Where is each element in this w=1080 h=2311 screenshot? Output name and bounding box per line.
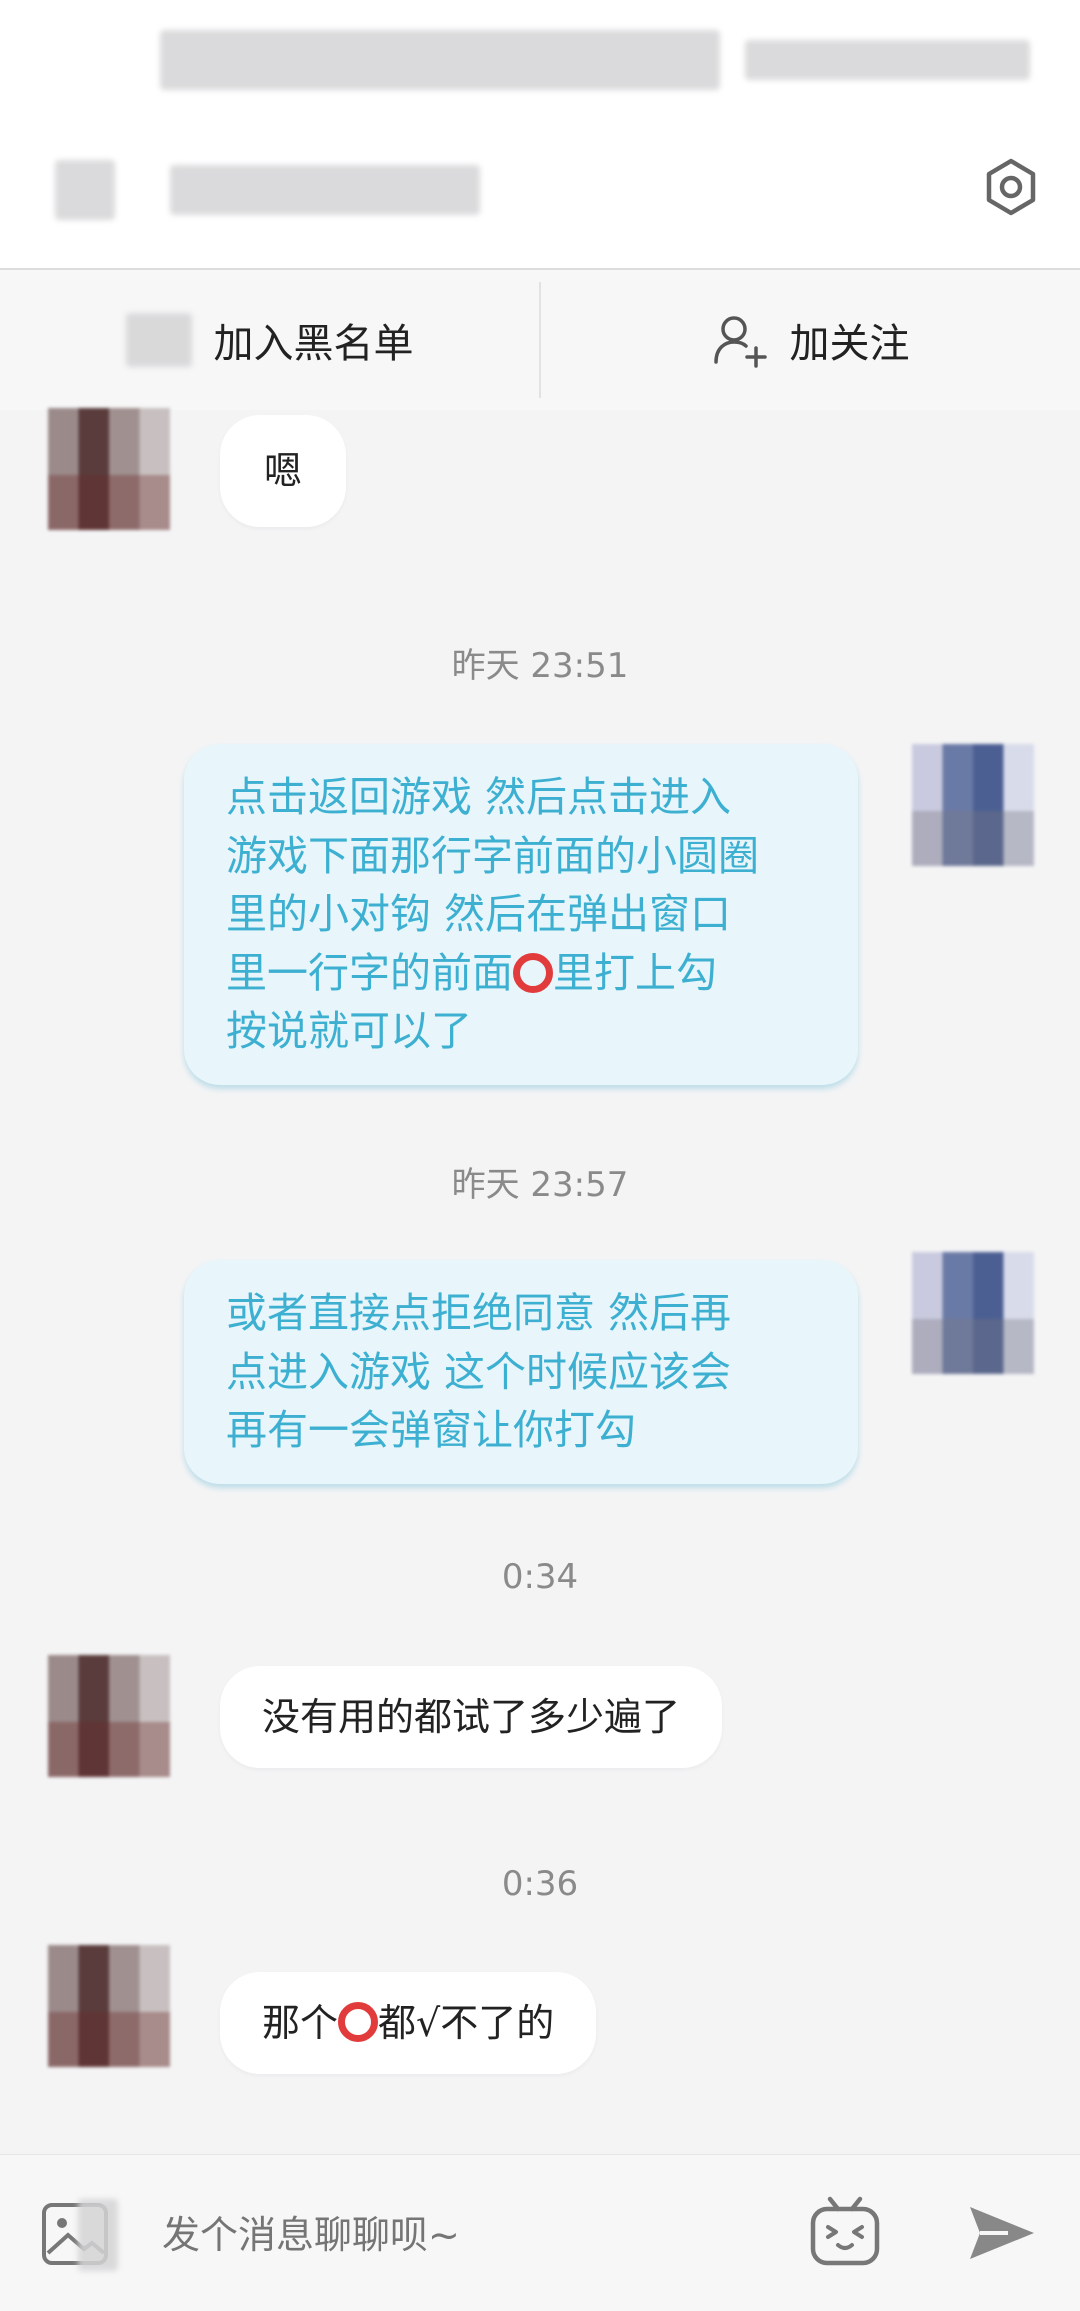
message-bubble-left[interactable]: 没有用的都试了多少遍了	[220, 1666, 723, 1768]
avatar[interactable]	[912, 1252, 1034, 1374]
message-line: 点进入游戏 这个时候应该会	[226, 1347, 732, 1396]
blacklist-icon	[125, 313, 192, 367]
timestamp: 0:34	[501, 1557, 579, 1597]
message-input-bar	[0, 2154, 1080, 2311]
avatar[interactable]	[48, 1945, 170, 2067]
red-circle-emoji	[338, 2002, 379, 2042]
message-line: 点击返回游戏 然后点击进入	[226, 773, 732, 821]
tv-emoji-icon[interactable]	[808, 2193, 882, 2269]
blurred-status-text	[160, 30, 720, 90]
message-bubble-right[interactable]: 或者直接点拒绝同意 然后再 点进入游戏 这个时候应该会 再有一会弹窗让你打勾	[184, 1260, 858, 1484]
add-to-blacklist-button[interactable]: 加入黑名单	[0, 270, 539, 410]
message-text: 嗯	[264, 449, 303, 493]
top-bar	[0, 0, 1080, 270]
follow-label: 加关注	[789, 321, 910, 367]
message-text: 那个	[262, 2001, 339, 2045]
avatar[interactable]	[48, 1655, 170, 1777]
message-text: 没有用的都试了多少遍了	[262, 1695, 681, 1739]
message-bubble-left[interactable]: 那个 都√不了的	[220, 1972, 597, 2074]
message-line: 里一行字的前面 里打上勾	[226, 944, 816, 1003]
action-bar: 加入黑名单 加关注	[0, 270, 1080, 410]
follow-button[interactable]: 加关注	[541, 270, 1080, 410]
blurred-overlay	[78, 2199, 118, 2271]
blurred-username	[170, 165, 480, 215]
message-line: 游戏下面那行字前面的小圆圈	[226, 831, 759, 880]
timestamp: 昨天 23:57	[451, 1165, 629, 1205]
message-line: 再有一会弹窗让你打勾	[226, 1406, 636, 1454]
add-user-icon	[713, 316, 767, 368]
avatar[interactable]	[912, 744, 1034, 866]
message-line: 或者直接点拒绝同意 然后再	[226, 1289, 732, 1337]
message-input[interactable]	[160, 2203, 764, 2267]
timestamp: 昨天 23:51	[451, 646, 629, 686]
message-line: 按说就可以了	[226, 1007, 472, 1055]
settings-hex-icon[interactable]	[982, 158, 1040, 216]
message-bubble-left[interactable]: 嗯	[220, 415, 347, 527]
message-text: 里一行字的前面	[226, 948, 513, 997]
message-text: 里打上勾	[553, 948, 717, 997]
avatar[interactable]	[48, 408, 170, 530]
blurred-status-text-2	[745, 40, 1030, 80]
send-icon[interactable]	[968, 2203, 1036, 2263]
message-text: 都√不了的	[378, 2001, 555, 2045]
blacklist-label: 加入黑名单	[213, 321, 414, 367]
timestamp: 0:36	[501, 1864, 579, 1904]
red-circle-emoji	[513, 952, 553, 993]
message-line: 里的小对钩 然后在弹出窗口	[226, 890, 732, 938]
message-bubble-right[interactable]: 点击返回游戏 然后点击进入 游戏下面那行字前面的小圆圈 里的小对钩 然后在弹出窗…	[184, 744, 858, 1085]
back-icon[interactable]	[55, 160, 115, 220]
image-icon[interactable]	[40, 2199, 118, 2271]
